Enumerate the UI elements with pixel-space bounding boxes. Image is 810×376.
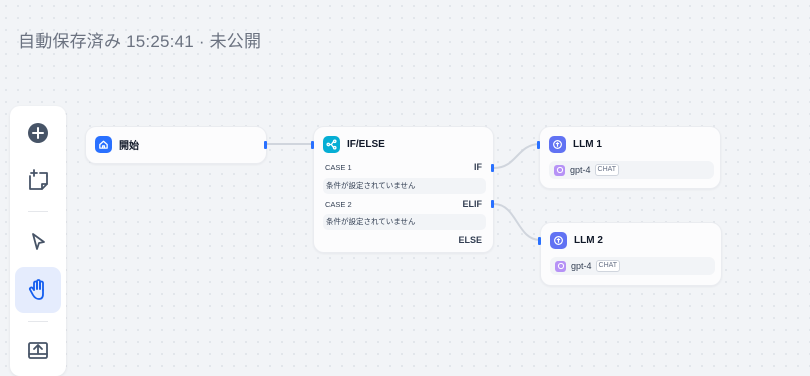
ifelse-node[interactable]: IF/ELSE CASE 1 IF 条件が設定されていません CASE 2 EL… — [311, 126, 494, 253]
case-2-condition[interactable]: 条件が設定されていません — [323, 214, 486, 230]
llm2-input-handle[interactable] — [538, 237, 541, 245]
llm1-node-title: LLM 1 — [573, 139, 602, 150]
edge-elif-to-llm2 — [493, 203, 541, 241]
if-output-handle[interactable] — [491, 164, 494, 172]
ifelse-input-handle[interactable] — [311, 141, 314, 149]
llm2-node[interactable]: LLM 2 gpt-4 CHAT — [538, 222, 722, 286]
case-2-label: CASE 2 — [325, 200, 352, 209]
llm1-mode-badge: CHAT — [594, 164, 620, 176]
elif-output-handle[interactable] — [491, 200, 494, 208]
llm1-input-handle[interactable] — [537, 141, 540, 149]
case-2-tag: ELIF — [462, 199, 483, 209]
llm2-mode-badge: CHAT — [595, 260, 621, 272]
case-1-condition[interactable]: 条件が設定されていません — [323, 178, 486, 194]
start-node[interactable]: 開始 — [85, 126, 267, 164]
ifelse-node-title: IF/ELSE — [347, 139, 385, 150]
openai-icon — [555, 260, 566, 272]
llm2-node-title: LLM 2 — [574, 235, 603, 246]
brain-icon — [550, 232, 567, 249]
openai-icon — [554, 164, 565, 176]
llm1-node[interactable]: LLM 1 gpt-4 CHAT — [537, 126, 721, 189]
brain-icon — [549, 136, 566, 153]
case-1-label: CASE 1 — [325, 163, 352, 172]
start-node-title: 開始 — [119, 141, 139, 152]
start-output-handle[interactable] — [264, 141, 267, 149]
llm1-model-name: gpt-4 — [570, 165, 591, 175]
branch-icon — [323, 136, 340, 153]
else-tag: ELSE — [458, 235, 482, 245]
llm2-model-name: gpt-4 — [571, 261, 592, 271]
home-icon — [95, 136, 112, 153]
llm2-model-selector[interactable]: gpt-4 CHAT — [550, 257, 715, 275]
llm1-model-selector[interactable]: gpt-4 CHAT — [549, 161, 714, 179]
edge-if-to-llm1 — [493, 143, 541, 169]
case-1-tag: IF — [474, 162, 482, 172]
